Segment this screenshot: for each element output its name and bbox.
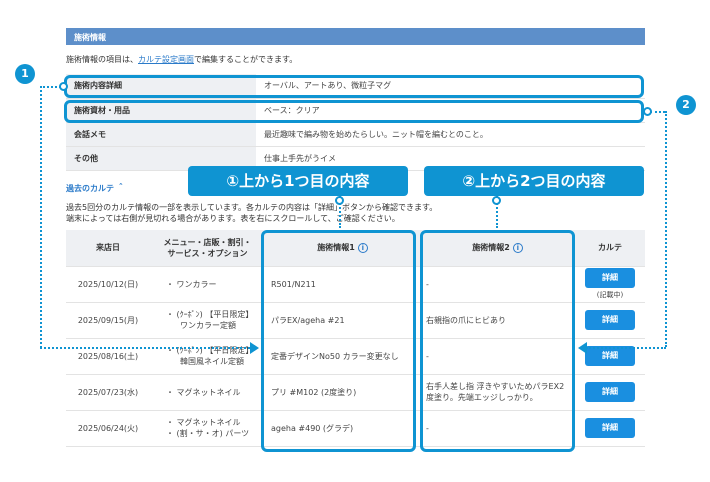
col-header-menu-line: サービス・オプション (167, 248, 248, 258)
connector-line (40, 86, 61, 88)
section-header: 施術情報 (66, 28, 645, 45)
detail-button[interactable]: 詳細 (585, 267, 635, 288)
visit-date: 2025/06/24(火) (66, 410, 150, 447)
intro-text: 施術情報の項目は、カルテ設定画面で編集することができます。 (66, 54, 297, 65)
info-label: 会話メモ (66, 122, 256, 147)
menu-line: ・ (ｸｰﾎﾟﾝ) 【平日限定】 (166, 310, 254, 319)
past-karte-toggle[interactable]: 過去のカルテ ＾ (66, 183, 125, 194)
past-desc-line: 過去5回分のカルテ情報の一部を表示しています。各カルテの内容は「詳細」ボタンから… (66, 203, 438, 212)
visit-date: 2025/07/23(水) (66, 374, 150, 411)
connector-line (40, 347, 250, 349)
connector-line (586, 347, 666, 349)
visit-menu: ・ マグネットネイル (150, 374, 265, 411)
connector-dot (492, 196, 501, 205)
col-header-date: 来店日 (66, 230, 150, 267)
connector-line (40, 86, 42, 348)
visit-menu: ・ ワンカラー (150, 266, 265, 303)
col-header-menu: メニュー・店販・割引・ サービス・オプション (150, 230, 265, 267)
karte-cell: 詳細 (575, 302, 645, 339)
col-header-menu-line: メニュー・店販・割引・ (163, 237, 252, 247)
visit-date: 2025/10/12(日) (66, 266, 150, 303)
menu-line: ワンカラー定額 (180, 321, 236, 330)
draft-note: (記載中) (596, 290, 624, 299)
connector-line (650, 111, 665, 113)
highlight-col-info2 (420, 230, 575, 452)
menu-line: ・ ワンカラー (166, 279, 217, 289)
past-karte-description: 過去5回分のカルテ情報の一部を表示しています。各カルテの内容は「詳細」ボタンから… (66, 202, 437, 224)
connector-line (665, 111, 667, 347)
visit-date: 2025/08/16(土) (66, 338, 150, 375)
arrow-right-icon (250, 342, 259, 354)
badge-1: 1 (15, 64, 35, 84)
menu-line: ・ (割・サ・オ) パーツ (166, 429, 250, 438)
highlight-row-1 (64, 75, 644, 98)
visit-menu: ・ (ｸｰﾎﾟﾝ) 【平日限定】 韓国風ネイル定額 (150, 338, 265, 375)
menu-line: 韓国風ネイル定額 (180, 357, 244, 366)
intro-suffix: で編集することができます。 (194, 55, 298, 64)
intro-prefix: 施術情報の項目は、 (66, 55, 138, 64)
past-desc-line: 端末によっては右側が見切れる場合があります。表を右にスクロールして、ご確認くださ… (66, 214, 400, 223)
visit-menu: ・ マグネットネイル・ (割・サ・オ) パーツ (150, 410, 265, 447)
karte-cell: 詳細 (575, 374, 645, 411)
info-row: 会話メモ 最近趣味で編み物を始めたらしい。ニット帽を編むとのこと。 (66, 122, 645, 147)
arrow-left-icon (578, 342, 587, 354)
highlight-row-2 (64, 100, 644, 123)
karte-settings-link[interactable]: カルテ設定画面 (138, 55, 194, 64)
detail-button[interactable]: 詳細 (585, 310, 635, 330)
detail-button[interactable]: 詳細 (585, 382, 635, 402)
callout-2: ②上から2つ目の内容 (424, 166, 644, 196)
menu-line: ・ マグネットネイル (166, 418, 241, 427)
karte-cell: 詳細 (575, 410, 645, 447)
connector-dot (335, 196, 344, 205)
visit-date: 2025/09/15(月) (66, 302, 150, 339)
col-header-karte: カルテ (575, 230, 645, 267)
callout-1: ①上から1つ目の内容 (188, 166, 408, 196)
info-value: 最近趣味で編み物を始めたらしい。ニット帽を編むとのこと。 (256, 122, 645, 147)
menu-line: ・ マグネットネイル (166, 387, 241, 397)
badge-2: 2 (676, 95, 696, 115)
detail-button[interactable]: 詳細 (585, 418, 635, 438)
detail-button[interactable]: 詳細 (585, 346, 635, 366)
karte-cell: 詳細 (記載中) (575, 266, 645, 303)
visit-menu: ・ (ｸｰﾎﾟﾝ) 【平日限定】 ワンカラー定額 (150, 302, 265, 339)
highlight-col-info1 (261, 230, 416, 452)
